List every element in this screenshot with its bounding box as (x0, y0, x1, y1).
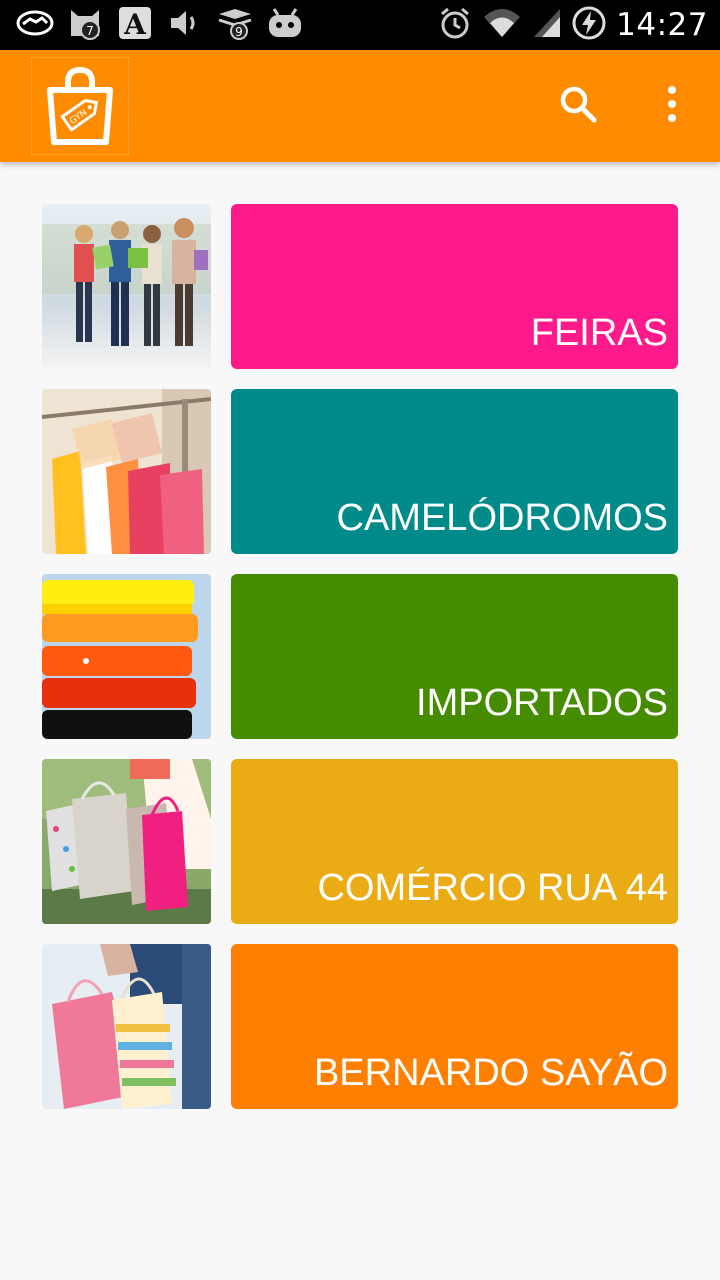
category-row-importados[interactable]: IMPORTADOS (42, 574, 678, 739)
category-label: BERNARDO SAYÃO (313, 1052, 668, 1094)
wifi-icon (482, 7, 522, 44)
status-bar: 7 A 9 14:27 (0, 0, 720, 50)
category-row-comercio-rua-44[interactable]: COMÉRCIO RUA 44 (42, 759, 678, 924)
category-label: CAMELÓDROMOS (336, 497, 668, 539)
category-label: COMÉRCIO RUA 44 (317, 867, 668, 909)
overflow-menu-icon (666, 85, 678, 127)
category-card-feiras[interactable]: FEIRAS (231, 204, 678, 369)
alarm-icon (438, 6, 472, 45)
category-label: IMPORTADOS (416, 682, 668, 724)
battery-charging-icon (572, 6, 606, 45)
category-card-importados[interactable]: IMPORTADOS (231, 574, 678, 739)
svg-text:A: A (123, 8, 147, 40)
category-label: FEIRAS (530, 312, 668, 354)
shopping-bag-logo-icon: GYN (31, 57, 129, 155)
signal-icon (532, 7, 562, 44)
category-row-bernardo-sayao[interactable]: BERNARDO SAYÃO (42, 944, 678, 1109)
pink-bags-photo (42, 944, 211, 1109)
robot-icon (266, 4, 304, 42)
handshake-icon (16, 4, 54, 42)
folded-shirts-photo (42, 574, 211, 739)
volume-icon (166, 4, 204, 42)
category-row-camelodromos[interactable]: CAMELÓDROMOS (42, 389, 678, 554)
notification-icons: 7 A 9 (16, 4, 304, 42)
app-bar: GYN (0, 50, 720, 162)
category-card-bernardo-sayao[interactable]: BERNARDO SAYÃO (231, 944, 678, 1109)
category-card-comercio-rua-44[interactable]: COMÉRCIO RUA 44 (231, 759, 678, 924)
cat-badge-icon: 7 (66, 4, 104, 42)
layers-badge-count: 9 (235, 25, 243, 39)
clothes-rack-photo (42, 389, 211, 554)
category-row-feiras[interactable]: FEIRAS (42, 204, 678, 369)
category-list: FEIRAS CAMELÓDROMOS IMPORTADOS COMÉRCIO … (42, 204, 678, 1129)
overflow-menu-button[interactable] (648, 76, 696, 136)
text-app-icon: A (116, 4, 154, 42)
category-card-camelodromos[interactable]: CAMELÓDROMOS (231, 389, 678, 554)
search-icon (558, 84, 598, 129)
layers-badge-icon: 9 (216, 4, 254, 42)
status-clock: 14:27 (616, 7, 708, 43)
shopping-bags-photo (42, 759, 211, 924)
system-status: 14:27 (438, 4, 708, 46)
shoppers-walking-photo (42, 204, 211, 369)
search-button[interactable] (548, 76, 608, 136)
cat-badge-count: 7 (86, 24, 94, 38)
